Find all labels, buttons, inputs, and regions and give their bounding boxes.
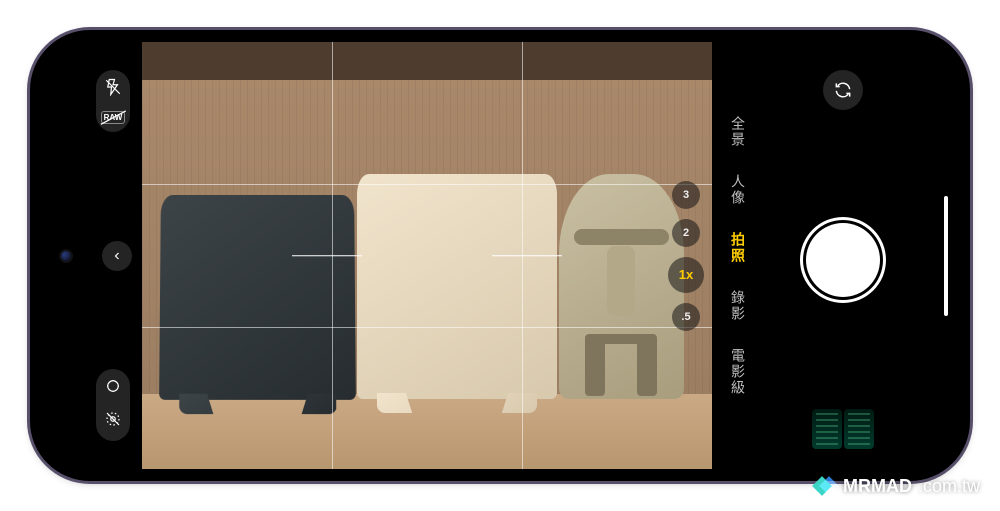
capture-mode-rail[interactable]: 全景 人像 拍照 錄影 電影級 (718, 42, 758, 469)
scene-object-cream-vase (357, 174, 557, 399)
grid-line-horizontal-1 (142, 184, 712, 185)
thumbnail-1 (812, 409, 842, 449)
night-mode-icon[interactable] (104, 377, 122, 400)
level-indicator-left (292, 255, 362, 257)
watermark-suffix: .com.tw (918, 476, 980, 497)
left-pill-group-bottom (96, 369, 130, 441)
switch-camera-button[interactable] (823, 70, 863, 110)
shutter-button[interactable] (806, 223, 880, 297)
zoom-05x[interactable]: .5 (672, 303, 700, 331)
viewfinder[interactable]: 3 2 1x .5 (142, 42, 712, 469)
mode-cinematic[interactable]: 電影級 (728, 348, 748, 396)
scene-object-dark-vase (159, 195, 356, 400)
zoom-2x[interactable]: 2 (672, 219, 700, 247)
last-capture-thumbnail[interactable] (812, 409, 874, 449)
left-controls: RAW (42, 42, 138, 469)
home-indicator[interactable] (944, 196, 948, 316)
right-controls (768, 42, 958, 469)
mode-pano[interactable]: 全景 (728, 116, 748, 148)
scene-shelf-top (142, 42, 712, 80)
switch-camera-icon (833, 80, 853, 100)
raw-toggle[interactable]: RAW (101, 111, 126, 124)
zoom-3x[interactable]: 3 (672, 181, 700, 209)
watermark: MRMAD .com.tw (815, 475, 980, 497)
mode-video[interactable]: 錄影 (728, 290, 748, 322)
level-indicator-right (492, 255, 562, 257)
zoom-selector: 3 2 1x .5 (668, 181, 704, 331)
scene-object-moai-statue (559, 174, 684, 399)
watermark-logo-icon (815, 475, 837, 497)
live-photo-off-icon[interactable] (104, 410, 122, 433)
left-pill-group-top: RAW (96, 70, 130, 132)
watermark-brand: MRMAD (843, 476, 912, 497)
mode-portrait[interactable]: 人像 (728, 174, 748, 206)
thumbnail-2 (844, 409, 874, 449)
scene-shelf-bottom (142, 394, 712, 469)
flash-off-icon[interactable] (104, 78, 122, 101)
grid-line-horizontal-2 (142, 327, 712, 328)
camera-app-screen: RAW (42, 42, 958, 469)
mode-photo[interactable]: 拍照 (728, 232, 748, 264)
open-controls-chevron[interactable] (102, 241, 132, 271)
zoom-1x[interactable]: 1x (668, 257, 704, 293)
iphone-hardware-frame: RAW (30, 30, 970, 481)
